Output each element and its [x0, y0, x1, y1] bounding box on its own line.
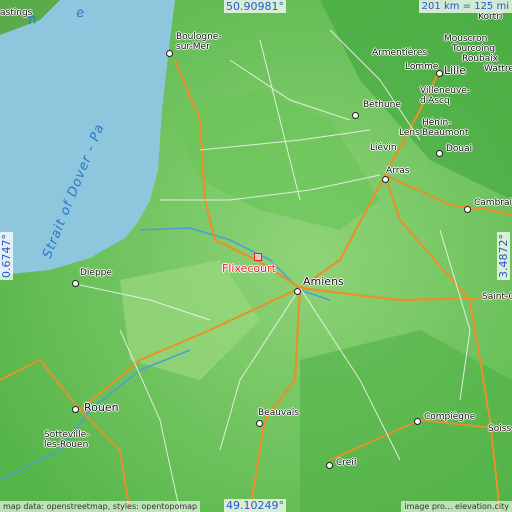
city-label-saint-q: Saint-Q	[482, 292, 512, 302]
city-label-lille: Lille	[444, 64, 467, 77]
city-label-cambrai: Cambrai	[474, 198, 512, 208]
city-dot-dieppe	[72, 280, 79, 287]
city-dot-lille	[436, 70, 443, 77]
city-dot-compiegne	[414, 418, 421, 425]
city-label-sotteville: Sotteville-lès-Rouen	[44, 430, 90, 450]
city-dot-creil	[326, 462, 333, 469]
bottom-latitude-label: 49.10249°	[224, 499, 286, 512]
city-dot-boulogne	[166, 50, 173, 57]
city-label-lievin: Liévin	[370, 143, 397, 153]
city-label-beauvais: Beauvais	[258, 408, 299, 418]
map-canvas[interactable]: h e Strait of Dover - Pa astings Boulogn…	[0, 0, 512, 512]
highlight-city-label: Flixecourt	[222, 262, 276, 275]
left-longitude-label: 0.6747°	[0, 232, 13, 280]
city-label-arras: Arras	[386, 166, 410, 176]
city-label-douai: Douai	[446, 144, 473, 154]
city-label-amiens: Amiens	[303, 275, 344, 288]
city-label-tourcoing: Tourcoing	[452, 44, 496, 54]
city-label-kortrijk: Kortri	[478, 12, 503, 22]
city-label-creil: Creil	[336, 458, 357, 468]
city-dot-douai	[436, 150, 443, 157]
city-label-compiegne: Compiègne	[424, 412, 476, 422]
attribution-left: map data: openstreetmap, styles: opentop…	[0, 501, 201, 512]
top-latitude-label: 50.90981°	[224, 0, 286, 13]
city-label-bethune: Béthune	[363, 100, 401, 110]
right-longitude-label: 3.4872°	[497, 232, 510, 280]
city-label-mouscron: Mouscron	[444, 34, 488, 44]
city-label-rouen: Rouen	[84, 401, 119, 414]
city-label-lomme: Lomme	[405, 62, 439, 72]
city-label-wattre: Wattre	[484, 64, 512, 74]
city-dot-arras	[382, 176, 389, 183]
city-label-henin: Hénin-	[422, 118, 452, 128]
city-label-beaumont: Beaumont	[422, 128, 469, 138]
city-dot-amiens	[294, 288, 301, 295]
city-label-armentieres: Armentières	[372, 48, 428, 58]
city-label-villeneuve: Villeneuve-d'Ascq	[420, 86, 471, 106]
attribution-right: image pro... elevation.city	[401, 501, 512, 512]
city-dot-rouen	[72, 406, 79, 413]
city-label-soissons: Soiss	[488, 424, 512, 434]
city-dot-bethune	[352, 112, 359, 119]
scale-label: 201 km = 125 mi	[418, 0, 512, 13]
city-label-dieppe: Dieppe	[80, 268, 112, 278]
location-marker	[254, 253, 262, 261]
city-label-lens: Lens	[399, 128, 420, 138]
city-label-hastings: astings	[0, 8, 33, 18]
city-label-boulogne: Boulogne-sur-Mer	[176, 32, 222, 52]
city-dot-cambrai	[464, 206, 471, 213]
city-label-roubaix: Roubaix	[462, 54, 499, 64]
city-dot-beauvais	[256, 420, 263, 427]
